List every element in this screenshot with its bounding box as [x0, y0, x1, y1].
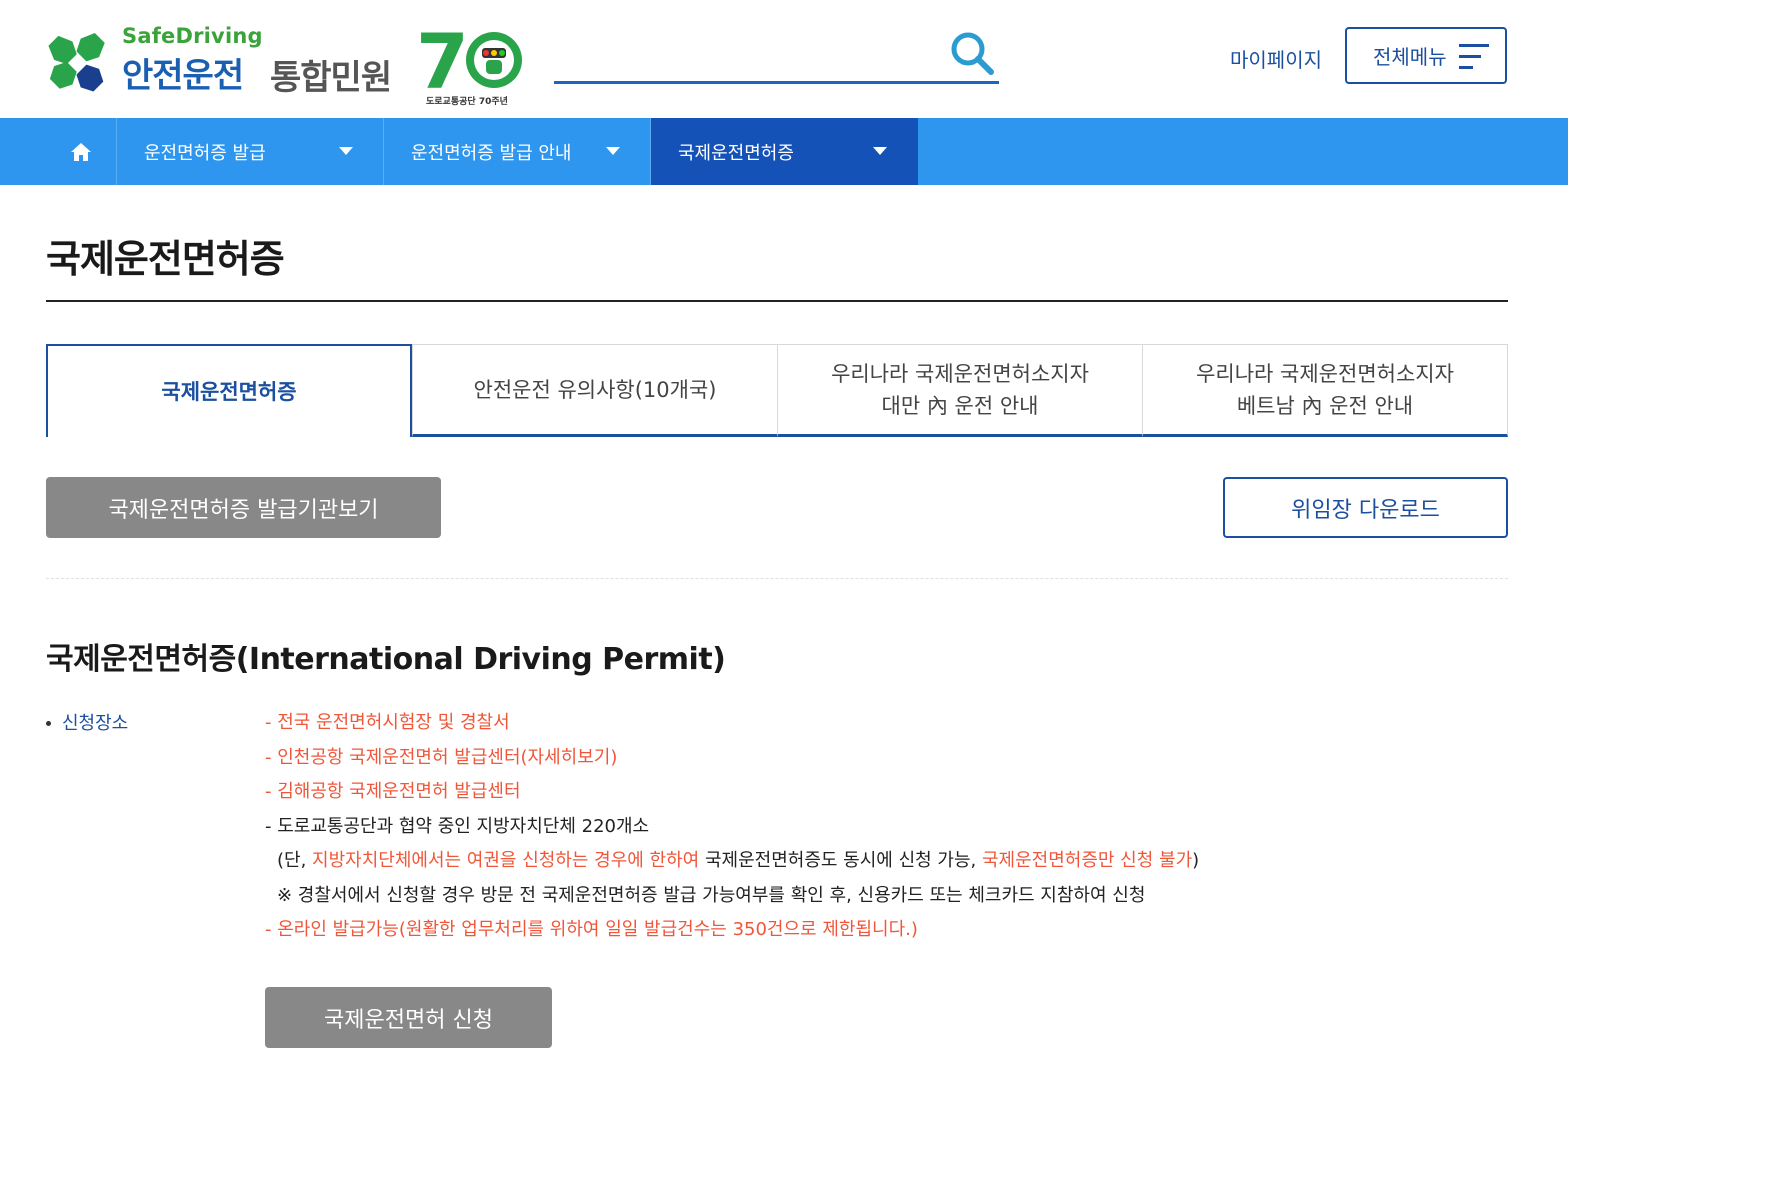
- chevron-down-icon: [339, 147, 353, 155]
- all-menu-label: 전체메뉴: [1373, 45, 1447, 69]
- section-divider: [46, 578, 1508, 579]
- tab-international-license[interactable]: 국제운전면허증: [46, 344, 412, 437]
- nav-item-license-issue[interactable]: 운전면허증 발급: [117, 118, 384, 185]
- hamburger-icon: [1459, 44, 1489, 70]
- application-place-list: - 전국 운전면허시험장 및 경찰서 - 인천공항 국제운전면허 발급센터(자세…: [265, 706, 1199, 948]
- home-icon: [71, 142, 91, 161]
- brand-english: SafeDriving: [122, 24, 263, 48]
- incheon-airport-link[interactable]: - 인천공항 국제운전면허 발급센터(자세히보기): [265, 741, 1199, 776]
- tab-label-line1: 우리나라 국제운전면허소지자: [831, 361, 1089, 386]
- download-proxy-form-button[interactable]: 위임장 다운로드: [1223, 477, 1508, 538]
- search-bar: [554, 28, 999, 84]
- tab-taiwan-guide[interactable]: 우리나라 국제운전면허소지자 대만 內 운전 안내: [777, 344, 1143, 437]
- tab-label-line1: 우리나라 국제운전면허소지자: [1196, 361, 1454, 386]
- list-item: - 전국 운전면허시험장 및 경찰서: [265, 712, 510, 733]
- content-tabs: 국제운전면허증 안전운전 유의사항(10개국) 우리나라 국제운전면허소지자 대…: [46, 344, 1508, 437]
- bullet-icon: [46, 721, 51, 726]
- list-item: - 온라인 발급가능(원활한 업무처리를 위하여 일일 발급건수는 350건으로…: [265, 919, 918, 940]
- note-highlight: 국제운전면허증만 신청 불가: [981, 850, 1193, 871]
- tab-safety-notes[interactable]: 안전운전 유의사항(10개국): [412, 344, 778, 437]
- site-header: SafeDriving 안전운전 통합민원 7 도로교통공단 70주년 마이페이…: [0, 0, 1568, 118]
- nav-home-button[interactable]: [46, 118, 117, 185]
- anniversary-caption: 도로교통공단 70주년: [426, 97, 508, 107]
- nav-item-label: 운전면허증 발급 안내: [411, 142, 572, 164]
- note-highlight: 지방자치단체에서는 여권을 신청하는 경우에 한하여: [312, 850, 700, 871]
- list-item-notice: ※ 경찰서에서 신청할 경우 방문 전 국제운전면허증 발급 가능여부를 확인 …: [277, 884, 1146, 906]
- note-text: (단,: [277, 850, 313, 871]
- apply-international-license-button[interactable]: 국제운전면허 신청: [265, 987, 552, 1048]
- mypage-link[interactable]: 마이페이지: [1230, 44, 1322, 73]
- main-nav: 운전면허증 발급 운전면허증 발급 안내 국제운전면허증: [0, 118, 1568, 185]
- chevron-down-icon: [606, 147, 620, 155]
- list-item: - 김해공항 국제운전면허 발급센터: [265, 781, 521, 802]
- brand-korean: 안전운전: [122, 56, 244, 96]
- list-item: - 도로교통공단과 협약 중인 지방자치단체 220개소: [265, 815, 650, 837]
- tab-label: 안전운전 유의사항(10개국): [473, 377, 717, 402]
- tab-label: 국제운전면허증: [161, 379, 297, 404]
- tab-label-line2: 대만 內 운전 안내: [881, 393, 1039, 418]
- tab-vietnam-guide[interactable]: 우리나라 국제운전면허소지자 베트남 內 운전 안내: [1142, 344, 1508, 437]
- clover-logo-icon: [48, 33, 105, 92]
- brand-subtitle: 통합민원: [270, 58, 392, 98]
- nav-item-label: 국제운전면허증: [678, 142, 794, 164]
- nav-item-international-license[interactable]: 국제운전면허증: [651, 118, 918, 185]
- page-title: 국제운전면허증: [46, 237, 285, 281]
- site-logo[interactable]: SafeDriving 안전운전 통합민원 7 도로교통공단 70주년: [46, 24, 526, 107]
- list-item-note: (단, 지방자치단체에서는 여권을 신청하는 경우에 한하여 국제운전면허증도 …: [265, 844, 1199, 879]
- all-menu-button[interactable]: 전체메뉴: [1345, 27, 1507, 84]
- nav-item-label: 운전면허증 발급: [144, 142, 266, 164]
- view-issuing-agencies-button[interactable]: 국제운전면허증 발급기관보기: [46, 477, 441, 538]
- nav-item-license-guide[interactable]: 운전면허증 발급 안내: [384, 118, 651, 185]
- section-title: 국제운전면허증(International Driving Permit): [46, 642, 726, 677]
- title-divider: [46, 300, 1508, 302]
- chevron-down-icon: [873, 147, 887, 155]
- application-place-label: 신청장소: [62, 713, 129, 734]
- search-input[interactable]: [554, 36, 944, 76]
- note-text: ): [1192, 850, 1200, 871]
- search-icon[interactable]: [949, 30, 995, 76]
- tab-label-line2: 베트남 內 운전 안내: [1236, 393, 1414, 418]
- note-text: 국제운전면허증도 동시에 신청 가능,: [699, 850, 982, 871]
